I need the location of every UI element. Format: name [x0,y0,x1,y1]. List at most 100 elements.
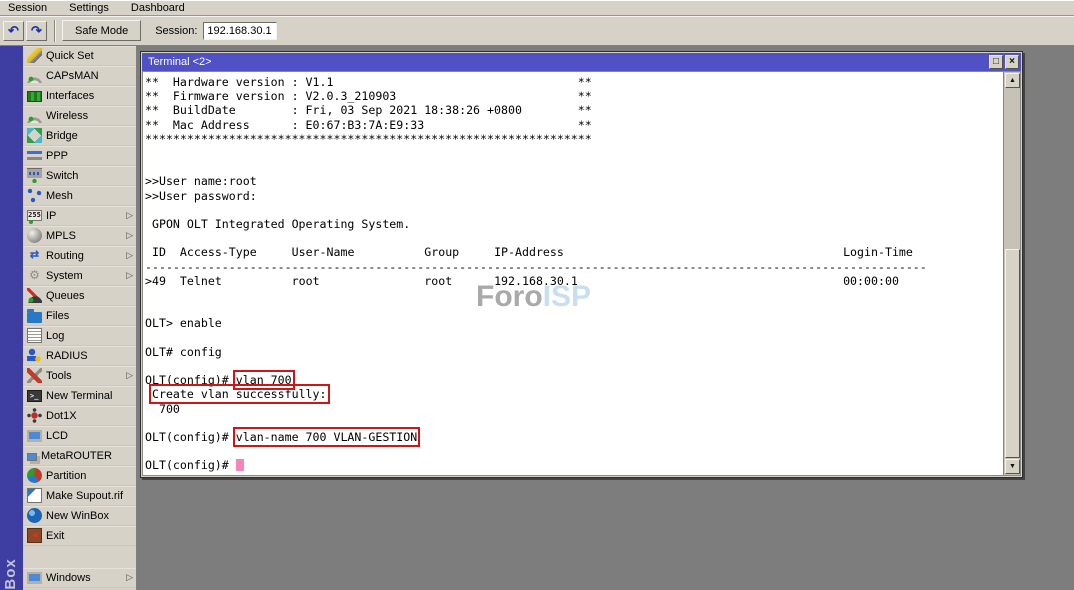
terminal-cursor [236,459,244,471]
sidebar-item-exit[interactable]: ◄ Exit [23,526,136,546]
submenu-arrow-icon: ▷ [126,210,134,221]
sidebar-item-wireless[interactable]: Wireless [23,106,136,126]
quick-set-icon [27,48,42,63]
menu-session[interactable]: Session [6,1,49,15]
sidebar-item-label: RADIUS [46,350,134,362]
menu-dashboard[interactable]: Dashboard [129,1,187,15]
sidebar-item-new-winbox[interactable]: New WinBox [23,506,136,526]
scroll-down-icon: ▼ [1009,463,1016,470]
winbox-brand-strip: WinBox [0,46,23,590]
sidebar-item-label: Queues [46,290,134,302]
terminal-line: GPON OLT Integrated Operating System. [145,217,1003,231]
routing-icon: ⇄ [27,248,42,263]
lcd-icon [27,430,42,442]
sidebar-item-mesh[interactable]: Mesh [23,186,136,206]
sidebar-item-label: Tools [46,370,122,382]
close-button[interactable]: × [1005,55,1019,69]
scroll-down-button[interactable]: ▼ [1005,459,1020,474]
terminal-line: ----------------------------------------… [145,260,1003,274]
mesh-icon [27,188,42,203]
redo-icon: ↷ [31,24,42,37]
sidebar-item-capsman[interactable]: CAPsMAN [23,66,136,86]
session-input[interactable] [203,22,277,40]
terminal-line: ****************************************… [145,132,1003,146]
queues-icon [27,288,42,303]
safe-mode-button[interactable]: Safe Mode [62,20,141,41]
terminal-window: Terminal <2> □ × ** Hardware version : V… [140,51,1023,478]
terminal-line: >49 Telnet root root 192.168.30.1 00:00:… [145,274,1003,288]
sidebar-item-label: Mesh [46,190,134,202]
terminal-output[interactable]: ** Hardware version : V1.1 **** Firmware… [143,72,1003,475]
sidebar-item-dot1x[interactable]: Dot1X [23,406,136,426]
terminal-line [145,231,1003,245]
sidebar-item-ip[interactable]: 255IP▷ [23,206,136,226]
sidebar-item-label: Quick Set [46,50,134,62]
system-icon: ⚙ [27,268,42,283]
terminal-line [145,359,1003,373]
sidebar-item-label: CAPsMAN [46,70,134,82]
terminal-line [145,203,1003,217]
sidebar-item-new-terminal[interactable]: >_New Terminal [23,386,136,406]
sidebar-item-bridge[interactable]: Bridge [23,126,136,146]
log-icon [27,328,42,343]
ppp-icon [27,148,42,163]
toolbar: ↶ ↷ Safe Mode Session: [0,16,1074,46]
highlighted-command: vlan 700 [236,373,292,387]
sidebar-item-label: New Terminal [46,390,134,402]
terminal-titlebar[interactable]: Terminal <2> □ × [142,53,1021,71]
terminal-line: ** Hardware version : V1.1 ** [145,75,1003,89]
menu-settings[interactable]: Settings [67,1,111,15]
sidebar-item-label: Partition [46,470,134,482]
new-winbox-icon [27,508,42,523]
sidebar-item-log[interactable]: Log [23,326,136,346]
terminal-line [145,331,1003,345]
sidebar-item-quick-set[interactable]: Quick Set [23,46,136,66]
sidebar-item-ppp[interactable]: PPP [23,146,136,166]
scroll-up-icon: ▲ [1009,77,1016,84]
session-label: Session: [155,25,197,37]
sidebar-item-label: Files [46,310,134,322]
sidebar-item-label: IP [46,210,122,222]
sidebar-item-label: LCD [46,430,134,442]
sidebar-item-partition[interactable]: Partition [23,466,136,486]
winbox-vertical-logo: WinBox [2,558,19,590]
make-supout-icon [27,488,42,503]
maximize-button[interactable]: □ [989,55,1003,69]
sidebar-item-label: Make Supout.rif [46,490,134,502]
scroll-up-button[interactable]: ▲ [1005,73,1020,88]
sidebar-item-label: Windows [46,572,122,584]
sidebar-item-files[interactable]: Files [23,306,136,326]
sidebar-item-interfaces[interactable]: Interfaces [23,86,136,106]
terminal-title: Terminal <2> [148,56,987,68]
sidebar-item-mpls[interactable]: MPLS▷ [23,226,136,246]
sidebar-item-switch[interactable]: Switch [23,166,136,186]
sidebar-item-make-supout[interactable]: Make Supout.rif [23,486,136,506]
sidebar-item-routing[interactable]: ⇄Routing▷ [23,246,136,266]
redo-button[interactable]: ↷ [26,21,47,41]
scrollbar-thumb[interactable] [1005,249,1020,458]
sidebar-item-label: System [46,270,122,282]
main-area: WinBox Quick Set CAPsMAN InterfacesWireles… [0,46,1074,590]
terminal-line [145,288,1003,302]
sidebar-item-label: Bridge [46,130,134,142]
sidebar-item-radius[interactable]: RADIUS [23,346,136,366]
terminal-line [145,302,1003,316]
sidebar: Quick Set CAPsMAN InterfacesWireless Bridge… [23,46,137,590]
sidebar-item-label: MPLS [46,230,122,242]
terminal-line [145,416,1003,430]
sidebar-item-system[interactable]: ⚙System▷ [23,266,136,286]
sidebar-item-tools[interactable]: Tools▷ [23,366,136,386]
menubar: Session Settings Dashboard [0,0,1074,16]
partition-icon [27,468,42,483]
undo-button[interactable]: ↶ [3,21,24,41]
sidebar-item-queues[interactable]: Queues [23,286,136,306]
exit-icon: ◄ [27,528,42,543]
sidebar-item-lcd[interactable]: LCD [23,426,136,446]
sidebar-item-label: Exit [46,530,134,542]
switch-icon [27,168,42,183]
vertical-scrollbar[interactable]: ▲ ▼ [1003,72,1020,475]
sidebar-item-metarouter[interactable]: MetaROUTER [23,446,136,466]
undo-icon: ↶ [8,24,19,37]
sidebar-item-windows[interactable]: Windows▷ [23,568,136,588]
terminal-line: >>User password: [145,189,1003,203]
